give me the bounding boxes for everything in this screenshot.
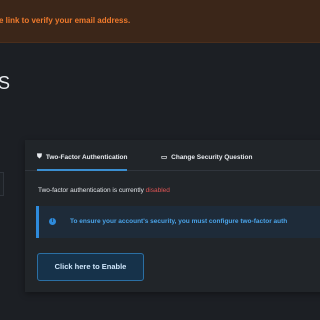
- tab-label: Change Security Question: [171, 153, 253, 161]
- tab-two-factor-authentication[interactable]: ⛊ Two-Factor Authentication: [37, 150, 128, 171]
- shield-icon: ⛊: [37, 153, 42, 160]
- email-verification-banner: e link to verify your email address.: [0, 0, 320, 43]
- status-text: Two-factor authentication is currently: [38, 187, 144, 194]
- banner-text: e link to verify your email address.: [0, 16, 131, 25]
- enable-two-factor-button[interactable]: Click here to Enable: [37, 253, 144, 281]
- security-tabs: ⛊ Two-Factor Authentication ▭ Change Sec…: [25, 140, 320, 171]
- status-value: disabled: [145, 187, 170, 194]
- id-card-icon: ▭: [161, 154, 168, 161]
- page-title: S: [0, 73, 11, 93]
- security-card: ⛊ Two-Factor Authentication ▭ Change Sec…: [25, 140, 320, 292]
- side-panel-edge: [0, 172, 4, 196]
- tab-label: Two-Factor Authentication: [45, 153, 128, 161]
- info-alert: i To ensure your account's security, you…: [36, 206, 320, 238]
- tab-change-security-question[interactable]: ▭ Change Security Question: [161, 150, 252, 164]
- alert-text: To ensure your account's security, you m…: [70, 218, 288, 225]
- info-icon: i: [49, 218, 56, 225]
- two-factor-status: Two-factor authentication is currently d…: [38, 187, 170, 194]
